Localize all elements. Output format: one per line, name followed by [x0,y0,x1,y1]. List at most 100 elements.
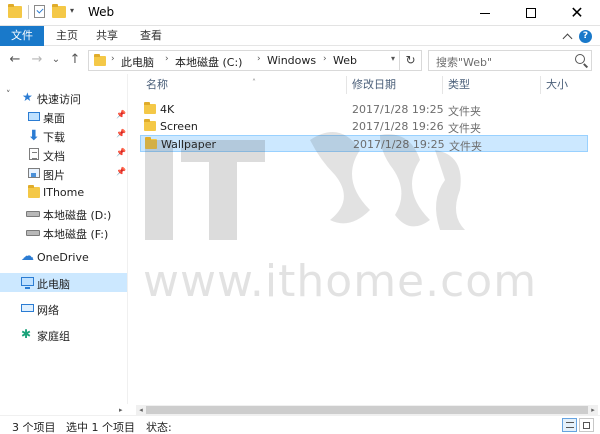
sidebar-item-label: 快速访问 [37,93,81,106]
customize-quick-access-icon[interactable]: ▾ [70,6,74,15]
file-name: 4K [160,103,175,116]
close-icon: ✕ [570,3,584,22]
help-icon[interactable]: ? [579,29,592,43]
sidebar-item-homegroup[interactable]: ✱ 家庭组 [0,325,127,344]
item-count: 3 个项目 [12,421,56,434]
sidebar-scroll-arrow[interactable]: ▸ [119,405,128,415]
column-header-type[interactable]: 类型 [442,74,540,96]
picture-icon [28,168,40,178]
search-placeholder: 搜索"Web" [436,56,493,69]
column-header-date[interactable]: 修改日期 [346,74,442,96]
scroll-left-icon[interactable]: ◂ [136,405,146,415]
ribbon-controls: ? [562,29,592,43]
pin-icon: 📌 [116,167,126,176]
sidebar-item-label: 本地磁盘 (D:) [43,209,112,222]
tab-view[interactable]: 查看 [132,26,170,46]
sidebar-item-network[interactable]: 网络 [0,299,127,318]
breadcrumb-windows[interactable]: Windows [267,54,316,67]
drive-icon [26,230,40,236]
status-bar: 3 个项目 选中 1 个项目 状态: [0,415,600,434]
sidebar-item-quick-access[interactable]: ˅ ★ 快速访问 [0,88,127,107]
tab-share[interactable]: 共享 [88,26,126,46]
tab-file[interactable]: 文件 [0,26,44,46]
sidebar-item-label: 下载 [43,131,65,144]
address-history-icon[interactable]: ▾ [391,54,395,63]
up-button[interactable]: ↑ [66,51,84,69]
scrollbar-thumb[interactable] [146,406,588,414]
horizontal-scrollbar[interactable]: ◂ ▸ [136,405,598,415]
maximize-button[interactable] [508,0,554,26]
breadcrumb-separator[interactable]: › [165,54,169,64]
sidebar-item-drive-f[interactable]: 本地磁盘 (F:) [0,223,127,242]
column-header-size[interactable]: 大小 [540,74,596,96]
navigation-pane: ˅ ★ 快速访问 桌面 📌 ⬇ 下载 📌 文档 📌 图片 📌 IThome 本地… [0,74,128,404]
search-icon [575,54,585,64]
selected-count: 选中 1 个项目 [66,421,135,434]
expand-ribbon-icon[interactable] [562,33,573,43]
close-button[interactable]: ✕ [554,0,600,26]
minimize-icon [480,12,490,14]
new-folder-icon[interactable] [52,4,66,18]
breadcrumb-separator[interactable]: › [111,54,115,64]
breadcrumb-web[interactable]: Web [333,54,357,67]
details-view-button[interactable] [562,418,577,432]
sidebar-item-desktop[interactable]: 桌面 📌 [0,107,127,126]
breadcrumb-separator[interactable]: › [323,54,327,64]
sidebar-item-label: 此电脑 [37,278,70,291]
refresh-button[interactable]: ↻ [399,51,421,70]
forward-button[interactable]: → [28,51,46,69]
ribbon-tabs: 文件 主页 共享 查看 ? [0,26,600,46]
scroll-right-icon[interactable]: ▸ [588,405,598,415]
watermark-text: www.ithome.com [143,256,538,307]
folder-icon [94,54,106,66]
computer-icon [21,277,34,289]
back-button[interactable]: ← [6,51,24,69]
breadcrumb-separator[interactable]: › [257,54,261,64]
maximize-icon [526,8,536,18]
pin-icon: 📌 [116,129,126,138]
sidebar-item-onedrive[interactable]: ☁ OneDrive [0,248,127,267]
properties-icon[interactable] [34,5,45,18]
sidebar-item-documents[interactable]: 文档 📌 [0,145,127,164]
recent-locations-button[interactable]: ⌄ [50,51,62,69]
sidebar-item-downloads[interactable]: ⬇ 下载 📌 [0,126,127,145]
star-icon: ★ [22,90,33,104]
sidebar-item-pictures[interactable]: 图片 📌 [0,164,127,183]
tab-home[interactable]: 主页 [48,26,86,46]
pin-icon: 📌 [116,148,126,157]
sidebar-item-ithome[interactable]: IThome [0,183,127,202]
pin-icon: 📌 [116,110,126,119]
brush-calligraphy-watermark [310,132,465,230]
sidebar-item-label: 本地磁盘 (F:) [43,228,109,241]
column-header-label: 类型 [448,78,470,91]
large-icons-view-button[interactable] [579,418,594,432]
sidebar-item-label: 网络 [37,304,59,317]
folder-icon [144,102,156,114]
quick-access-separator [28,5,29,19]
breadcrumb-this-pc[interactable]: 此电脑 [121,54,154,70]
column-header-name[interactable]: ˄ 名称 [140,74,346,96]
cloud-icon: ☁ [21,249,34,264]
file-row-4k[interactable]: 4K 2017/1/28 19:25 文件夹 [140,101,588,118]
sidebar-item-drive-d[interactable]: 本地磁盘 (D:) [0,204,127,223]
column-header-label: 大小 [546,78,568,91]
chevron-down-icon[interactable]: ˅ [6,90,11,100]
address-bar[interactable]: › 此电脑 › 本地磁盘 (C:) › Windows › Web ▾ ↻ [88,50,422,71]
minimize-button[interactable] [462,0,508,26]
sidebar-item-label: IThome [43,186,85,199]
file-date: 2017/1/28 19:25 [352,103,444,116]
sidebar-item-label: 家庭组 [37,330,70,343]
sidebar-item-this-pc[interactable]: 此电脑 [0,273,127,292]
sidebar-item-label: 桌面 [43,112,65,125]
window-title: Web [88,5,115,19]
download-icon: ⬇ [28,128,40,144]
breadcrumb-drive-c[interactable]: 本地磁盘 (C:) [175,54,242,70]
status-label: 状态: [146,421,172,434]
column-header-label: 修改日期 [352,78,396,91]
network-icon [21,304,34,312]
folder-icon [8,4,22,18]
details-view-icon [566,422,574,428]
search-box[interactable]: 搜索"Web" [428,50,592,71]
sidebar-item-label: OneDrive [37,251,89,264]
sidebar-item-label: 图片 [43,169,65,182]
